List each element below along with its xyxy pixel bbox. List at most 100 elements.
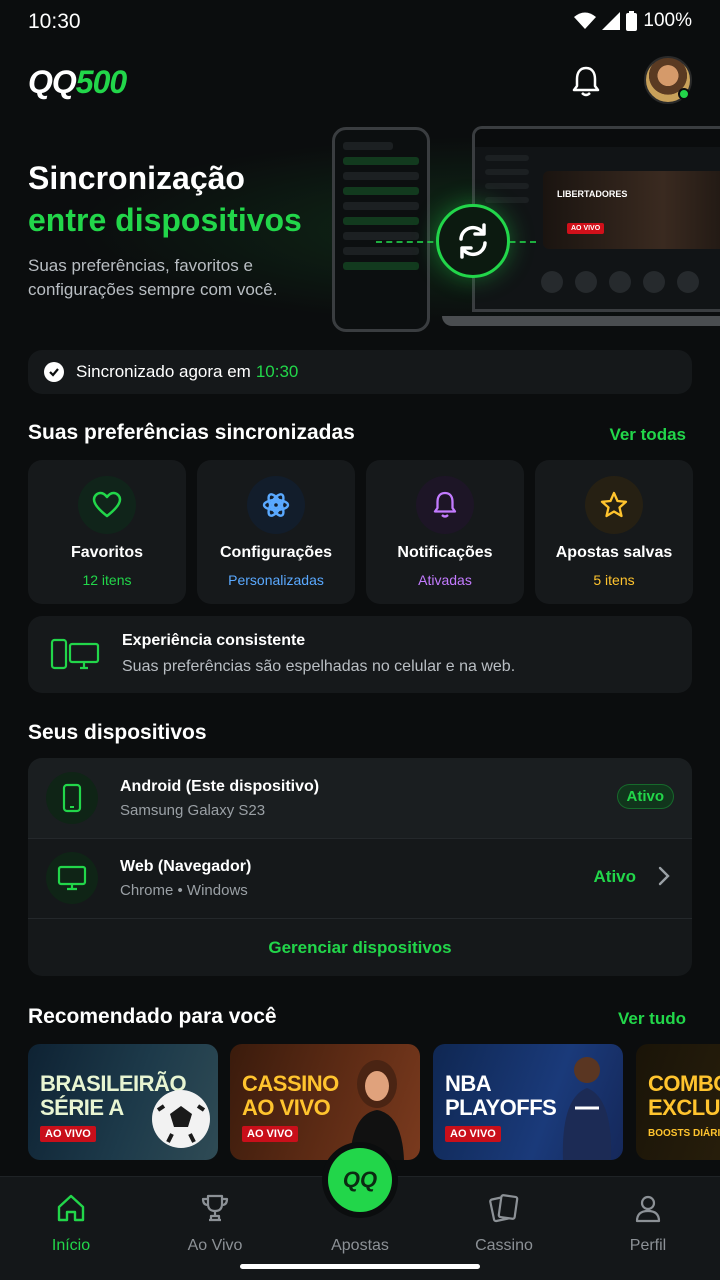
pref-card-notifications[interactable]: Notificações Ativadas — [366, 460, 524, 604]
apostas-fab-button[interactable]: QQ — [328, 1148, 392, 1212]
laptop-illustration: LIBERTADORES AO VIVO — [472, 126, 720, 312]
app-header: QQ500 — [0, 50, 720, 114]
device-status: Ativo — [593, 867, 637, 886]
promo-card-brasileirao[interactable]: BRASILEIRÃO SÉRIE A AO VIVO — [28, 1044, 218, 1160]
monitor-icon — [46, 852, 98, 904]
promo-sub: BOOSTS DIÁRIOS — [648, 1128, 720, 1139]
sync-status-bar: Sincronizado agora em 10:30 — [28, 350, 692, 394]
recommended-see-all-link[interactable]: Ver tudo — [618, 1009, 686, 1029]
device-name: Web (Navegador) — [120, 858, 252, 875]
wifi-icon — [574, 12, 597, 29]
check-icon — [44, 362, 64, 382]
cards-icon — [454, 1191, 554, 1225]
device-status-badge: Ativo — [616, 784, 674, 809]
signal-icon — [602, 12, 621, 30]
sync-hero: Sincronização entre dispositivos Suas pr… — [0, 120, 720, 340]
pref-card-sub: Personalizadas — [228, 572, 324, 588]
pref-card-sub: 5 itens — [593, 572, 635, 588]
hero-title-line2: entre dispositivos — [28, 202, 302, 238]
status-icons: 100% — [574, 10, 692, 32]
consistent-subtitle: Suas preferências são espelhadas no celu… — [122, 658, 516, 675]
sync-icon — [436, 204, 510, 278]
pref-card-label: Favoritos — [70, 544, 143, 561]
nav-inicio[interactable]: Início — [21, 1191, 121, 1255]
chevron-right-icon[interactable] — [658, 866, 670, 891]
laptop-base — [442, 316, 720, 326]
nav-ao-vivo[interactable]: Ao Vivo — [165, 1191, 265, 1255]
nav-label: Cassino — [475, 1237, 533, 1254]
promo-line2: AO VIVO — [242, 1095, 331, 1120]
promo-live-tag: AO VIVO — [242, 1126, 298, 1142]
manage-devices-button[interactable]: Gerenciar dispositivos — [28, 920, 692, 976]
device-row-android[interactable]: Android (Este dispositivo) Samsung Galax… — [28, 758, 692, 838]
promo-line1: COMBO — [648, 1071, 720, 1096]
consistent-experience-card: Experiência consistente Suas preferência… — [28, 616, 692, 693]
nav-label: Apostas — [331, 1237, 389, 1254]
pref-card-sub: Ativadas — [418, 572, 472, 588]
phone-illustration — [332, 127, 430, 332]
preferences-see-all-link[interactable]: Ver todas — [609, 425, 686, 445]
promo-live-tag: AO VIVO — [445, 1126, 501, 1142]
battery-icon — [626, 11, 638, 31]
app-logo[interactable]: QQ500 — [28, 64, 127, 101]
pref-card-saved-bets[interactable]: Apostas salvas 5 itens — [535, 460, 693, 604]
online-indicator — [678, 88, 690, 100]
heart-icon — [78, 476, 136, 534]
status-time: 10:30 — [28, 10, 81, 33]
battery-level: 100% — [643, 10, 692, 31]
promo-line2: SÉRIE A — [40, 1095, 124, 1120]
pref-card-label: Apostas salvas — [555, 544, 673, 561]
recommended-title: Recomendado para você — [28, 1005, 277, 1028]
pref-card-settings[interactable]: Configurações Personalizadas — [197, 460, 355, 604]
devices-title: Seus dispositivos — [28, 721, 207, 744]
pref-card-sub: 12 itens — [82, 572, 132, 588]
hero-title-line1: Sincronização — [28, 160, 245, 196]
trophy-icon — [165, 1191, 265, 1225]
sync-status-time: 10:30 — [255, 362, 299, 381]
device-name: Android (Este dispositivo) — [120, 778, 320, 795]
row-divider — [28, 918, 692, 919]
laptop-live-badge: AO VIVO — [567, 223, 605, 234]
pref-card-label: Notificações — [397, 544, 493, 561]
nav-perfil[interactable]: Perfil — [598, 1191, 698, 1255]
device-model: Samsung Galaxy S23 — [120, 802, 266, 819]
consistent-title: Experiência consistente — [122, 632, 306, 649]
status-bar: 10:30 100% — [0, 0, 720, 44]
promo-card-nba[interactable]: NBA PLAYOFFS AO VIVO — [433, 1044, 623, 1160]
promo-line1: CASSINO — [242, 1071, 339, 1096]
sync-status-text: Sincronizado agora em — [76, 362, 251, 381]
device-row-web[interactable]: Web (Navegador) Chrome • Windows Ativo — [28, 838, 692, 918]
nav-label: Início — [51, 1237, 91, 1254]
preferences-title: Suas preferências sincronizadas — [28, 421, 355, 444]
logo-qq: QQ — [28, 64, 77, 100]
nav-label: Perfil — [629, 1237, 667, 1254]
user-avatar[interactable] — [644, 56, 692, 104]
home-indicator — [240, 1264, 480, 1269]
devices-card: Android (Este dispositivo) Samsung Galax… — [28, 758, 692, 976]
device-browser: Chrome • Windows — [120, 882, 248, 899]
nav-cassino[interactable]: Cassino — [454, 1191, 554, 1255]
promo-line2: EXCLUSI — [648, 1095, 720, 1120]
bell-icon — [416, 476, 474, 534]
promo-line1: NBA — [445, 1071, 492, 1096]
devices-icon — [50, 638, 100, 677]
logo-500: 500 — [75, 64, 127, 100]
soccer-ball-icon — [152, 1090, 210, 1148]
phone-icon — [46, 772, 98, 824]
star-icon — [585, 476, 643, 534]
laptop-banner: LIBERTADORES AO VIVO — [543, 171, 720, 249]
pref-card-favorites[interactable]: Favoritos 12 itens — [28, 460, 186, 604]
laptop-banner-text: LIBERTADORES — [557, 189, 628, 199]
promo-card-cassino[interactable]: CASSINO AO VIVO AO VIVO — [230, 1044, 420, 1160]
basketball-player-image — [562, 1057, 612, 1160]
nav-label: Ao Vivo — [187, 1237, 243, 1254]
gear-icon — [247, 476, 305, 534]
notifications-bell-icon[interactable] — [566, 62, 606, 102]
pref-card-label: Configurações — [219, 544, 332, 561]
promo-card-combo[interactable]: COMBO EXCLUSI BOOSTS DIÁRIOS — [636, 1044, 720, 1160]
user-icon — [598, 1191, 698, 1225]
promo-line2: PLAYOFFS — [445, 1095, 557, 1120]
hero-subtitle: Suas preferências, favoritos e configura… — [28, 256, 278, 299]
promo-live-tag: AO VIVO — [40, 1126, 96, 1142]
dealer-image — [350, 1060, 404, 1160]
